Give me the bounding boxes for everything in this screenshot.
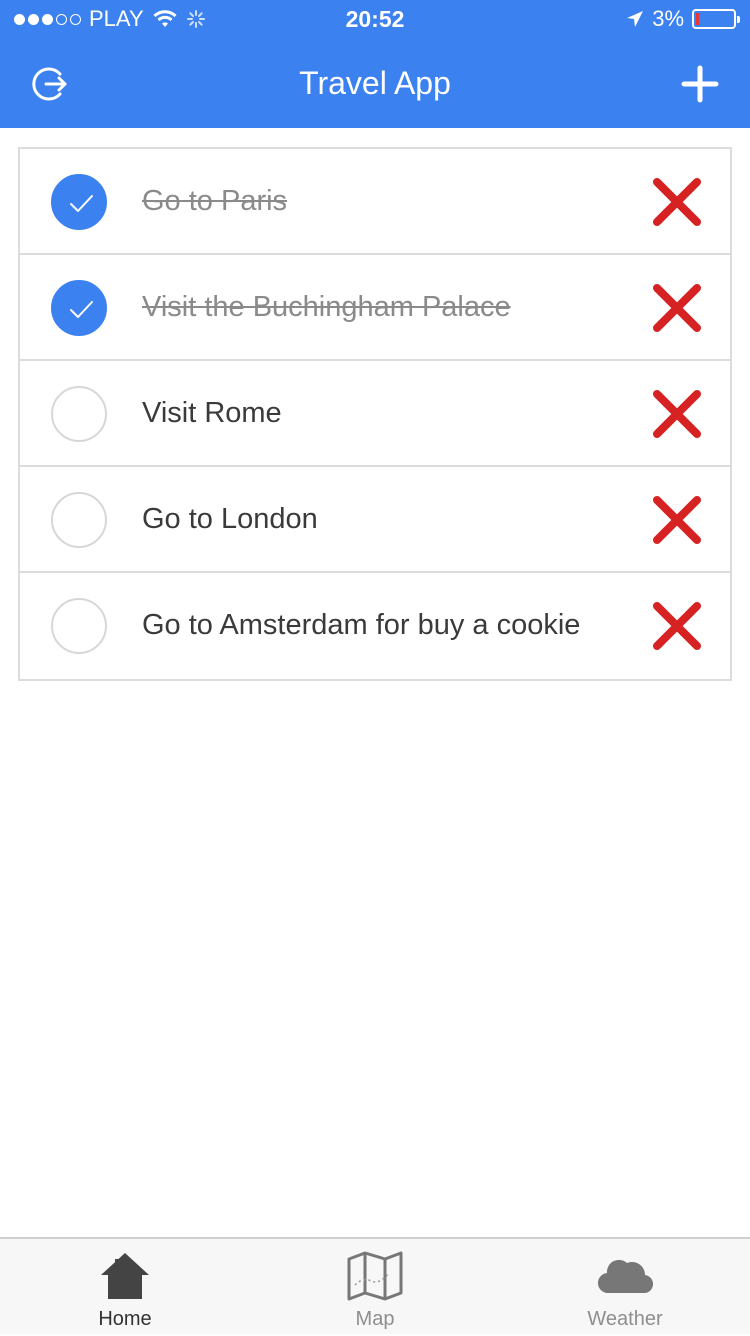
delete-item-button[interactable]	[652, 283, 702, 333]
list-item: Go to Amsterdam for buy a cookie	[20, 573, 730, 679]
battery-icon	[692, 9, 740, 29]
list-item: Go to London	[20, 467, 730, 573]
delete-item-button[interactable]	[652, 389, 702, 439]
tab-label: Home	[98, 1308, 152, 1330]
delete-item-button[interactable]	[652, 177, 702, 227]
page-title: Travel App	[299, 65, 451, 101]
checkmark-icon	[70, 301, 93, 318]
map-icon	[347, 1251, 403, 1301]
nav-bar: Travel App	[0, 40, 750, 128]
delete-item-button[interactable]	[652, 495, 702, 545]
tab-label: Map	[355, 1308, 395, 1330]
location-arrow-icon	[627, 11, 644, 27]
item-label: Go to London	[142, 503, 318, 535]
list-item: Go to Paris	[20, 149, 730, 255]
travel-list: Go to Paris Visit the Buchingham Palace	[18, 147, 732, 681]
delete-x-icon	[653, 178, 701, 226]
item-label: Go to Paris	[142, 185, 288, 217]
list-item: Visit the Buchingham Palace	[20, 255, 730, 361]
delete-x-icon	[653, 496, 701, 544]
item-label: Visit the Buchingham Palace	[142, 291, 511, 323]
delete-x-icon	[653, 390, 701, 438]
tab-map[interactable]: Map	[250, 1239, 500, 1336]
delete-x-icon	[653, 284, 701, 332]
item-checkbox[interactable]	[51, 598, 107, 654]
item-checkbox[interactable]	[51, 386, 107, 442]
battery-level	[696, 13, 699, 25]
delete-item-button[interactable]	[652, 601, 702, 651]
tab-bar: Home Map Weather	[0, 1237, 750, 1334]
home-icon	[101, 1253, 149, 1299]
list-item: Visit Rome	[20, 361, 730, 467]
plus-icon	[681, 65, 719, 103]
tab-label: Weather	[587, 1308, 663, 1330]
item-label: Go to Amsterdam for buy a cookie	[142, 609, 581, 641]
cloud-icon	[597, 1259, 654, 1294]
status-right: 3%	[626, 6, 740, 32]
item-label: Visit Rome	[142, 397, 282, 429]
tab-weather[interactable]: Weather	[500, 1239, 750, 1336]
item-checkbox[interactable]	[51, 174, 107, 230]
checkmark-icon	[70, 195, 93, 212]
item-checkbox[interactable]	[51, 280, 107, 336]
delete-x-icon	[653, 602, 701, 650]
battery-percent: 3%	[652, 6, 684, 31]
item-checkbox[interactable]	[51, 492, 107, 548]
tab-home[interactable]: Home	[0, 1239, 250, 1336]
status-bar: PLAY 20:52 3%	[0, 0, 750, 40]
add-item-button[interactable]	[678, 62, 722, 106]
